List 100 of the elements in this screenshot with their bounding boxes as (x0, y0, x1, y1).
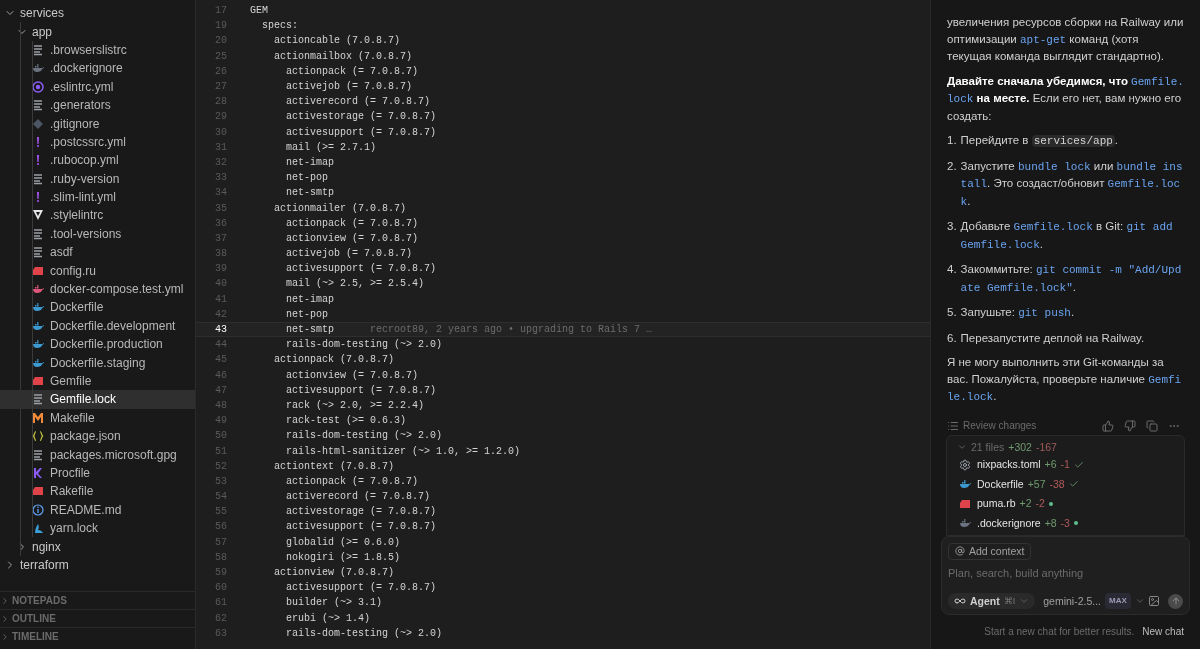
code-text: actionmailer (7.0.8.7) (273, 201, 407, 216)
line-number: 43 (214, 323, 228, 338)
step-text: Запустите bundle lock или bundle install. Это создаст/обновит Gemfile.lock. (960, 158, 1184, 210)
code-text: actionview (7.0.8.7) (273, 566, 395, 581)
chat-input[interactable]: Plan, search, build anything (948, 564, 1183, 581)
code-text: actionmailbox (7.0.8.7) (273, 49, 413, 64)
blame-annotation: recroot89, 2 years ago • upgrading to Rails 7 … (370, 323, 653, 338)
file-row[interactable]: .browserslistrc (0, 40, 195, 60)
removed-count: -1 (1060, 457, 1070, 473)
file-row[interactable]: Gemfile (0, 371, 195, 391)
line-number: 30 (214, 125, 228, 140)
line-number: 33 (214, 171, 228, 186)
whale-icon (32, 283, 44, 296)
line-number: 47 (214, 383, 228, 398)
file-row[interactable]: packages.microsoft.gpg (0, 445, 195, 464)
file-row[interactable]: .postcssrc.yml (0, 132, 195, 152)
code-text: activesupport (= 7.0.8.7) (285, 581, 437, 596)
step-number: 5. (947, 305, 957, 320)
file-row[interactable]: .rubocop.yml (0, 151, 195, 170)
file-row[interactable]: Procfile (0, 463, 195, 483)
file-lines-icon (32, 43, 44, 56)
changed-file-row[interactable]: puma.rb +2 -2 (957, 493, 1174, 514)
code-text: actiontext (7.0.8.7) (273, 459, 395, 474)
file-row[interactable]: .ruby-version (0, 169, 195, 188)
whale-icon (32, 62, 44, 75)
file-row[interactable]: .gitignore (0, 114, 195, 133)
add-context-button[interactable]: Add context (948, 542, 1032, 560)
file-row[interactable]: Dockerfile.development (0, 316, 195, 336)
file-row[interactable]: .generators (0, 95, 195, 115)
line-number: 54 (214, 490, 228, 505)
agent-mode-button[interactable]: Agent ⌘I (948, 593, 1036, 609)
folder-row[interactable]: terraform (0, 555, 195, 575)
code-text: net-imap (285, 155, 334, 170)
line-number: 52 (214, 459, 228, 474)
file-lines-icon (32, 448, 44, 461)
line-number: 19 (214, 19, 228, 34)
image-icon[interactable] (1148, 595, 1160, 607)
file-name: .generators (50, 97, 111, 115)
code-text: erubi (~> 1.4) (285, 611, 371, 626)
model-button[interactable]: gemini-2.5... MAX (1043, 592, 1145, 610)
file-name: .gitignore (50, 115, 100, 133)
copy-icon[interactable] (1146, 419, 1158, 432)
file-row[interactable]: yarn.lock (0, 518, 195, 538)
file-row[interactable]: .eslintrc.yml (0, 77, 195, 96)
thumbs-up-icon[interactable] (1102, 419, 1114, 432)
file-name: .tool-versions (50, 225, 122, 243)
line-number: 37 (214, 231, 228, 246)
new-chat-link[interactable]: New chat (1142, 623, 1184, 641)
step-number: 3. (947, 219, 957, 234)
code-text: activejob (= 7.0.8.7) (285, 80, 413, 95)
chevron-icon (0, 631, 10, 642)
file-row[interactable]: config.ru (0, 261, 195, 280)
file-name: Dockerfile.production (50, 336, 163, 354)
review-changes-link[interactable]: Review changes (963, 417, 1102, 434)
changed-file-row[interactable]: .dockerignore +8 -3 (957, 513, 1174, 533)
chat-paragraph: Давайте сначала убедимся, что Gemfile.lock на месте. Если его нет, вам нужно его создать: (947, 73, 1184, 124)
file-row[interactable]: Rakefile (0, 482, 195, 501)
file-name: .ruby-version (50, 170, 120, 188)
file-row[interactable]: .tool-versions (0, 224, 195, 244)
line-number: 26 (214, 64, 228, 79)
changed-file-row[interactable]: nixpacks.toml +6 -1 (957, 454, 1174, 475)
gem-icon (959, 497, 971, 510)
code-text: rack-test (>= 0.6.3) (285, 414, 407, 429)
file-name: README.md (50, 501, 122, 519)
send-button[interactable] (1168, 593, 1183, 609)
changed-file-name: nixpacks.toml (977, 457, 1041, 473)
thumbs-down-icon[interactable] (1124, 419, 1136, 432)
new-chat-hint: Start a new chat for better results. (984, 624, 1135, 639)
file-row[interactable]: .dockerignore (0, 59, 195, 78)
changes-summary[interactable]: 21 files +302 -167 (957, 439, 1174, 455)
file-row[interactable]: asdf (0, 243, 195, 262)
folder-row[interactable]: app (0, 22, 195, 41)
file-row[interactable]: .stylelintrc (0, 206, 195, 225)
file-row[interactable]: .slim-lint.yml (0, 187, 195, 207)
line-number: 53 (214, 474, 228, 489)
line-number: 49 (214, 414, 228, 429)
code-text: activesupport (= 7.0.8.7) (285, 262, 437, 277)
changed-file-row[interactable]: Dockerfile +57 -38 (957, 474, 1174, 494)
whale-icon (32, 301, 44, 314)
folder-row[interactable]: services (0, 4, 195, 23)
file-name: yarn.lock (50, 520, 99, 538)
line-number: 38 (214, 247, 228, 262)
file-row[interactable]: Dockerfile.production (0, 335, 195, 354)
file-lines-icon (32, 99, 44, 112)
folder-row[interactable]: nginx (0, 537, 195, 556)
file-row[interactable]: Gemfile.lock (0, 390, 195, 409)
code-text: activesupport (= 7.0.8.7) (285, 383, 437, 398)
line-number: 39 (214, 262, 228, 277)
file-name: .slim-lint.yml (50, 189, 116, 207)
line-number: 35 (214, 201, 228, 216)
file-row[interactable]: README.md (0, 500, 195, 519)
file-lines-icon (32, 246, 44, 259)
file-name: packages.microsoft.gpg (50, 446, 177, 464)
line-number: 57 (214, 535, 228, 550)
file-row[interactable]: Makefile (0, 408, 195, 427)
file-row[interactable]: Dockerfile.staging (0, 353, 195, 372)
line-number: 44 (214, 338, 228, 353)
file-row[interactable]: package.json (0, 427, 195, 446)
file-row[interactable]: docker-compose.test.yml (0, 279, 195, 299)
file-row[interactable]: Dockerfile (0, 298, 195, 317)
